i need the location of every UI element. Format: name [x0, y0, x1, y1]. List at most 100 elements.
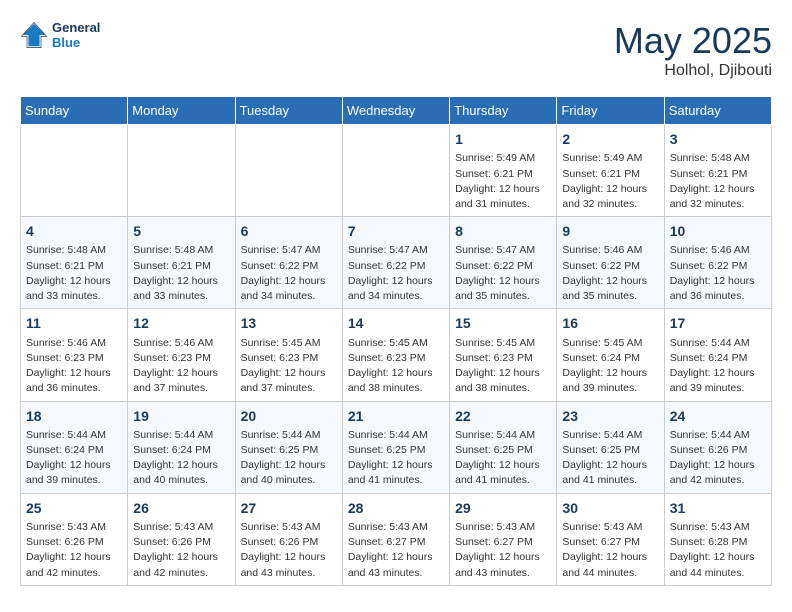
table-row: 23Sunrise: 5:44 AMSunset: 6:25 PMDayligh… [557, 401, 664, 493]
day-info: Sunrise: 5:49 AMSunset: 6:21 PMDaylight:… [562, 151, 658, 212]
day-number: 16 [562, 313, 658, 333]
day-number: 11 [26, 313, 122, 333]
table-row: 9Sunrise: 5:46 AMSunset: 6:22 PMDaylight… [557, 217, 664, 309]
day-number: 17 [670, 313, 766, 333]
day-number: 31 [670, 498, 766, 518]
table-row [235, 125, 342, 217]
day-info: Sunrise: 5:44 AMSunset: 6:24 PMDaylight:… [670, 336, 766, 397]
day-number: 19 [133, 406, 229, 426]
table-row: 3Sunrise: 5:48 AMSunset: 6:21 PMDaylight… [664, 125, 771, 217]
table-row: 8Sunrise: 5:47 AMSunset: 6:22 PMDaylight… [450, 217, 557, 309]
month-year: May 2025 [614, 20, 772, 62]
day-info: Sunrise: 5:46 AMSunset: 6:23 PMDaylight:… [133, 336, 229, 397]
table-row [21, 125, 128, 217]
table-row: 11 Sunrise: 5:46 AMSunset: 6:23 PMDayligh… [21, 309, 128, 401]
day-info: Sunrise: 5:48 AMSunset: 6:21 PMDaylight:… [133, 243, 229, 304]
day-number: 10 [670, 221, 766, 241]
day-info: Sunrise: 5:46 AMSunset: 6:23 PMDaylight:… [26, 336, 122, 397]
table-row: 12 Sunrise: 5:46 AMSunset: 6:23 PMDayligh… [128, 309, 235, 401]
day-info: Sunrise: 5:43 AMSunset: 6:26 PMDaylight:… [26, 520, 122, 581]
day-info: Sunrise: 5:43 AMSunset: 6:28 PMDaylight:… [670, 520, 766, 581]
day-info: Sunrise: 5:44 AMSunset: 6:26 PMDaylight:… [670, 428, 766, 489]
day-info: Sunrise: 5:44 AMSunset: 6:24 PMDaylight:… [26, 428, 122, 489]
table-row: 18Sunrise: 5:44 AMSunset: 6:24 PMDayligh… [21, 401, 128, 493]
calendar-week-row: 18Sunrise: 5:44 AMSunset: 6:24 PMDayligh… [21, 401, 772, 493]
day-info: Sunrise: 5:43 AMSunset: 6:27 PMDaylight:… [562, 520, 658, 581]
day-info: Sunrise: 5:44 AMSunset: 6:25 PMDaylight:… [348, 428, 444, 489]
day-info: Sunrise: 5:44 AMSunset: 6:25 PMDaylight:… [562, 428, 658, 489]
day-number: 4 [26, 221, 122, 241]
table-row: 13Sunrise: 5:45 AMSunset: 6:23 PMDayligh… [235, 309, 342, 401]
col-monday: Monday [128, 97, 235, 125]
col-friday: Friday [557, 97, 664, 125]
day-info: Sunrise: 5:45 AMSunset: 6:24 PMDaylight:… [562, 336, 658, 397]
table-row: 26Sunrise: 5:43 AMSunset: 6:26 PMDayligh… [128, 493, 235, 585]
day-info: Sunrise: 5:49 AMSunset: 6:21 PMDaylight:… [455, 151, 551, 212]
calendar-header-row: Sunday Monday Tuesday Wednesday Thursday… [21, 97, 772, 125]
table-row: 15 Sunrise: 5:45 AMSunset: 6:23 PMDayligh… [450, 309, 557, 401]
table-row: 21Sunrise: 5:44 AMSunset: 6:25 PMDayligh… [342, 401, 449, 493]
col-wednesday: Wednesday [342, 97, 449, 125]
table-row: 25Sunrise: 5:43 AMSunset: 6:26 PMDayligh… [21, 493, 128, 585]
table-row: 20Sunrise: 5:44 AMSunset: 6:25 PMDayligh… [235, 401, 342, 493]
day-info: Sunrise: 5:48 AMSunset: 6:21 PMDaylight:… [670, 151, 766, 212]
day-number: 30 [562, 498, 658, 518]
day-info: Sunrise: 5:44 AMSunset: 6:24 PMDaylight:… [133, 428, 229, 489]
day-number: 22 [455, 406, 551, 426]
day-info: Sunrise: 5:47 AMSunset: 6:22 PMDaylight:… [455, 243, 551, 304]
day-number: 9 [562, 221, 658, 241]
day-number: 8 [455, 221, 551, 241]
table-row: 14 Sunrise: 5:45 AMSunset: 6:23 PMDayligh… [342, 309, 449, 401]
day-number: 15 [455, 313, 551, 333]
table-row: 10Sunrise: 5:46 AMSunset: 6:22 PMDayligh… [664, 217, 771, 309]
day-info: Sunrise: 5:47 AMSunset: 6:22 PMDaylight:… [348, 243, 444, 304]
calendar-week-row: 11 Sunrise: 5:46 AMSunset: 6:23 PMDayligh… [21, 309, 772, 401]
table-row: 24Sunrise: 5:44 AMSunset: 6:26 PMDayligh… [664, 401, 771, 493]
day-number: 21 [348, 406, 444, 426]
day-number: 2 [562, 129, 658, 149]
col-saturday: Saturday [664, 97, 771, 125]
table-row: 4Sunrise: 5:48 AMSunset: 6:21 PMDaylight… [21, 217, 128, 309]
day-number: 7 [348, 221, 444, 241]
day-info: Sunrise: 5:46 AMSunset: 6:22 PMDaylight:… [670, 243, 766, 304]
day-number: 3 [670, 129, 766, 149]
page-header: General Blue May 2025 Holhol, Djibouti [20, 20, 772, 80]
table-row: 19Sunrise: 5:44 AMSunset: 6:24 PMDayligh… [128, 401, 235, 493]
day-info: Sunrise: 5:43 AMSunset: 6:27 PMDaylight:… [348, 520, 444, 581]
table-row: 29Sunrise: 5:43 AMSunset: 6:27 PMDayligh… [450, 493, 557, 585]
day-number: 23 [562, 406, 658, 426]
logo: General Blue [20, 20, 100, 50]
calendar-week-row: 4 Sunrise: 5:48 AMSunset: 6:21 PMDaylight… [21, 217, 772, 309]
day-number: 26 [133, 498, 229, 518]
day-info: Sunrise: 5:46 AMSunset: 6:22 PMDaylight:… [562, 243, 658, 304]
calendar-week-row: 25Sunrise: 5:43 AMSunset: 6:26 PMDayligh… [21, 493, 772, 585]
day-info: Sunrise: 5:44 AMSunset: 6:25 PMDaylight:… [455, 428, 551, 489]
table-row: 16 Sunrise: 5:45 AMSunset: 6:24 PMDayligh… [557, 309, 664, 401]
table-row: 7Sunrise: 5:47 AMSunset: 6:22 PMDaylight… [342, 217, 449, 309]
day-info: Sunrise: 5:43 AMSunset: 6:26 PMDaylight:… [241, 520, 337, 581]
day-info: Sunrise: 5:45 AMSunset: 6:23 PMDaylight:… [348, 336, 444, 397]
table-row: 1Sunrise: 5:49 AMSunset: 6:21 PMDaylight… [450, 125, 557, 217]
day-number: 14 [348, 313, 444, 333]
table-row [128, 125, 235, 217]
table-row: 28Sunrise: 5:43 AMSunset: 6:27 PMDayligh… [342, 493, 449, 585]
col-sunday: Sunday [21, 97, 128, 125]
day-number: 6 [241, 221, 337, 241]
table-row: 6Sunrise: 5:47 AMSunset: 6:22 PMDaylight… [235, 217, 342, 309]
day-info: Sunrise: 5:43 AMSunset: 6:27 PMDaylight:… [455, 520, 551, 581]
table-row: 22Sunrise: 5:44 AMSunset: 6:25 PMDayligh… [450, 401, 557, 493]
day-number: 1 [455, 129, 551, 149]
table-row: 5Sunrise: 5:48 AMSunset: 6:21 PMDaylight… [128, 217, 235, 309]
day-number: 27 [241, 498, 337, 518]
day-number: 12 [133, 313, 229, 333]
title-block: May 2025 Holhol, Djibouti [614, 20, 772, 80]
table-row: 17 Sunrise: 5:44 AMSunset: 6:24 PMDayligh… [664, 309, 771, 401]
day-number: 18 [26, 406, 122, 426]
logo-line1: General [52, 20, 100, 35]
day-number: 28 [348, 498, 444, 518]
location: Holhol, Djibouti [614, 62, 772, 80]
table-row: 2Sunrise: 5:49 AMSunset: 6:21 PMDaylight… [557, 125, 664, 217]
calendar-table: Sunday Monday Tuesday Wednesday Thursday… [20, 96, 772, 586]
day-info: Sunrise: 5:45 AMSunset: 6:23 PMDaylight:… [455, 336, 551, 397]
calendar-week-row: 1Sunrise: 5:49 AMSunset: 6:21 PMDaylight… [21, 125, 772, 217]
